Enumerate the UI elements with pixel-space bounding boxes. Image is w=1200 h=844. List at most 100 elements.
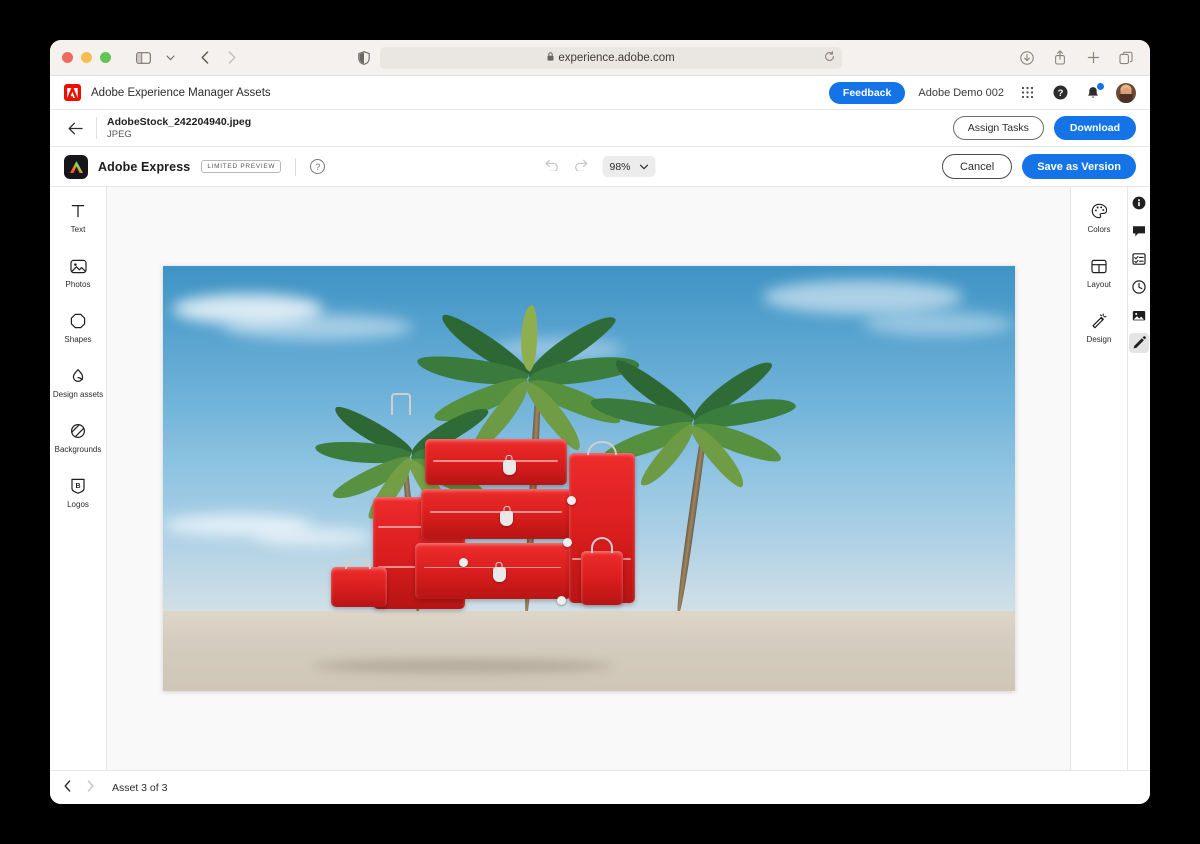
tote-bag-right xyxy=(580,551,623,605)
zoom-level-dropdown[interactable]: 98% xyxy=(602,156,656,177)
editor-body: Text Photos Shapes Design assets Backgro… xyxy=(50,187,1150,770)
asset-footer: Asset 3 of 3 xyxy=(50,770,1150,804)
sidebar-item-colors[interactable]: Colors xyxy=(1073,201,1126,234)
luggage-wheel xyxy=(458,558,468,567)
colors-palette-icon xyxy=(1091,201,1107,221)
photos-icon xyxy=(69,256,87,276)
sidebar-item-label: Text xyxy=(70,225,86,234)
sidebar-item-label: Logos xyxy=(67,500,89,509)
luggage-lock-icon xyxy=(500,511,513,526)
sidebar-item-layout[interactable]: Layout xyxy=(1073,256,1126,289)
url-input[interactable]: experience.adobe.com xyxy=(380,46,842,69)
suitcase-bottom xyxy=(414,543,571,599)
tasks-icon[interactable] xyxy=(1129,249,1149,269)
reload-icon[interactable] xyxy=(824,50,835,65)
chevron-down-icon[interactable] xyxy=(158,46,182,70)
browser-actions xyxy=(1015,46,1138,70)
tab-overview-icon[interactable] xyxy=(1114,46,1138,70)
limited-preview-badge: LIMITED PREVIEW xyxy=(201,160,282,173)
downloads-icon[interactable] xyxy=(1015,46,1039,70)
editor-canvas[interactable] xyxy=(107,187,1071,770)
sidebar-item-design-assets[interactable]: Design assets xyxy=(52,366,105,399)
cancel-button[interactable]: Cancel xyxy=(941,154,1013,179)
save-as-version-button[interactable]: Save as Version xyxy=(1022,154,1136,179)
feedback-button[interactable]: Feedback xyxy=(828,81,906,104)
express-app-name: Adobe Express xyxy=(98,159,191,174)
browser-window: experience.adobe.com Adobe Experience Ma… xyxy=(50,40,1150,804)
luggage-wheel xyxy=(556,596,566,605)
minimize-window-button[interactable] xyxy=(81,52,92,63)
cloud-decoration xyxy=(222,314,413,340)
plus-icon[interactable] xyxy=(1081,46,1105,70)
luggage-handle xyxy=(390,393,411,415)
express-right-toolbar: Colors Layout Design xyxy=(1071,187,1128,770)
redo-icon[interactable] xyxy=(574,159,588,174)
adobe-express-logo-icon xyxy=(64,154,88,179)
comment-icon[interactable] xyxy=(1129,221,1149,241)
back-arrow-icon[interactable] xyxy=(64,117,86,139)
asset-actions: Assign Tasks Download xyxy=(952,116,1136,140)
asset-preview-image[interactable] xyxy=(162,266,1015,691)
sidebar-item-photos[interactable]: Photos xyxy=(52,256,105,289)
svg-text:B: B xyxy=(75,483,80,490)
help-circle-icon[interactable]: ? xyxy=(1050,83,1070,103)
maximize-window-button[interactable] xyxy=(100,52,111,63)
luggage-lock-icon xyxy=(502,460,516,476)
notification-badge xyxy=(1096,81,1105,91)
browser-toolbar: experience.adobe.com xyxy=(50,40,1150,76)
sidebar-item-shapes[interactable]: Shapes xyxy=(52,311,105,344)
sidebar-item-label: Design xyxy=(1086,335,1112,344)
sidebar-item-design[interactable]: Design xyxy=(1073,311,1126,344)
aem-app-title: Adobe Experience Manager Assets xyxy=(91,86,271,99)
asset-file-name: AdobeStock_242204940.jpeg xyxy=(107,115,252,128)
luggage-lock-icon xyxy=(492,566,506,582)
tote-handle xyxy=(590,537,613,553)
asset-header: AdobeStock_242204940.jpeg JPEG Assign Ta… xyxy=(50,110,1150,147)
svg-text:?: ? xyxy=(1057,88,1063,99)
download-button[interactable]: Download xyxy=(1053,116,1136,140)
sidebar-item-backgrounds[interactable]: Backgrounds xyxy=(52,421,105,454)
undo-icon[interactable] xyxy=(544,159,558,174)
zoom-controls: 98% xyxy=(544,156,656,177)
asset-rail xyxy=(1128,187,1150,770)
cloud-decoration xyxy=(862,312,1013,336)
sidebar-item-label: Layout xyxy=(1086,280,1112,289)
notification-bell-icon[interactable] xyxy=(1083,81,1105,103)
sidebar-item-text[interactable]: Text xyxy=(52,201,105,234)
next-chevron-icon[interactable] xyxy=(87,780,94,795)
renditions-image-icon[interactable] xyxy=(1129,305,1149,325)
timeline-history-icon[interactable] xyxy=(1129,277,1149,297)
shapes-icon xyxy=(70,311,86,331)
forward-chevron-icon[interactable] xyxy=(220,46,244,70)
sidebar-item-label: Backgrounds xyxy=(54,445,102,454)
express-left-toolbar: Text Photos Shapes Design assets Backgro… xyxy=(50,187,107,770)
asset-pagination xyxy=(64,780,94,795)
close-window-button[interactable] xyxy=(62,52,73,63)
prev-chevron-icon[interactable] xyxy=(64,780,71,795)
help-circle-icon[interactable]: ? xyxy=(310,159,326,174)
luggage-wheel xyxy=(562,538,572,547)
window-controls[interactable] xyxy=(62,52,111,63)
express-actions: Cancel Save as Version xyxy=(941,154,1136,179)
cloud-decoration xyxy=(252,528,373,546)
sidebar-item-logos[interactable]: B Logos xyxy=(52,476,105,509)
sidebar-toggle-icon[interactable] xyxy=(131,46,155,70)
text-icon xyxy=(70,201,86,221)
undo-redo-group xyxy=(544,159,588,174)
back-chevron-icon[interactable] xyxy=(193,46,217,70)
org-name-label: Adobe Demo 002 xyxy=(918,86,1004,99)
edit-pencil-icon[interactable] xyxy=(1129,333,1149,353)
user-avatar[interactable] xyxy=(1116,82,1136,103)
sand-ground xyxy=(162,611,1015,691)
divider xyxy=(295,157,297,176)
privacy-shield-icon[interactable] xyxy=(358,50,370,65)
asset-file-type: JPEG xyxy=(107,128,132,140)
desktop-background: experience.adobe.com Adobe Experience Ma… xyxy=(0,0,1200,844)
assign-tasks-button[interactable]: Assign Tasks xyxy=(952,116,1044,140)
info-icon[interactable] xyxy=(1129,193,1149,213)
luggage-wheel xyxy=(566,496,576,505)
address-bar-group: experience.adobe.com xyxy=(358,46,842,69)
adobe-logo-icon xyxy=(64,84,81,101)
share-icon[interactable] xyxy=(1048,46,1072,70)
app-grid-icon[interactable] xyxy=(1017,83,1037,103)
